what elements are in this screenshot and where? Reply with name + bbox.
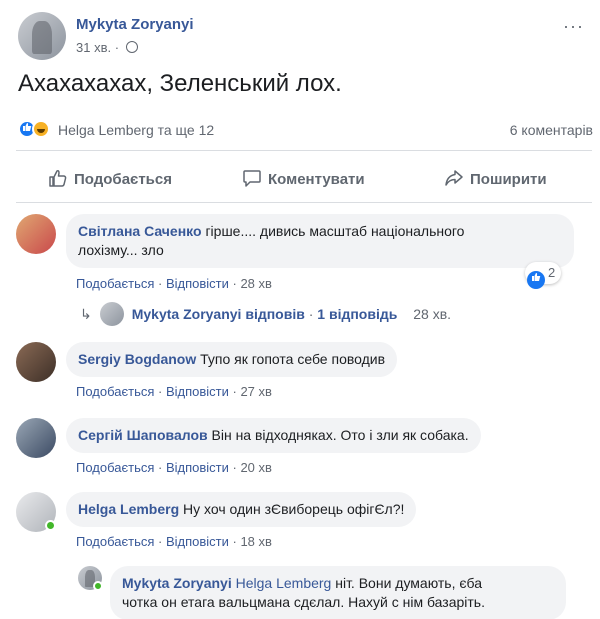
like-label: Подобається bbox=[74, 171, 172, 188]
comment-label: Коментувати bbox=[268, 171, 365, 188]
commenter-avatar[interactable] bbox=[16, 418, 56, 458]
online-status-dot bbox=[93, 581, 103, 591]
comment-reply-link[interactable]: Відповісти bbox=[166, 384, 229, 399]
comment-actions: Подобається · Відповісти · 18 хв bbox=[76, 534, 272, 549]
comment-like-link[interactable]: Подобається bbox=[76, 276, 154, 291]
reply-time: 28 хв. bbox=[413, 306, 452, 322]
comment-reply-link[interactable]: Відповісти bbox=[166, 276, 229, 291]
comment-bubble: Sergiy Bogdanow Тупо як гопота себе пово… bbox=[66, 342, 398, 377]
online-status-dot bbox=[45, 520, 56, 531]
reaction-count: 2 bbox=[548, 265, 556, 280]
post-time[interactable]: 31 хв. · bbox=[76, 40, 119, 55]
divider bbox=[16, 202, 592, 203]
comment-bubble: Mykyta Zoryanyi Helga Lemberg ніт. Вони … bbox=[110, 566, 566, 619]
reply-count[interactable]: 1 відповідь bbox=[317, 306, 397, 322]
comment-time[interactable]: 18 хв bbox=[240, 534, 271, 549]
comment-icon bbox=[243, 170, 261, 187]
commenter-name[interactable]: Світлана Саченко bbox=[78, 223, 202, 239]
comment-reply-link[interactable]: Відповісти bbox=[166, 460, 229, 475]
comment-text-line2: лохізму... зло bbox=[78, 242, 164, 258]
comment-time[interactable]: 27 хв bbox=[240, 384, 271, 399]
comment-text: ніт. Вони думають, єба bbox=[331, 575, 483, 591]
commenter-name[interactable]: Helga Lemberg bbox=[78, 501, 179, 517]
post-header: Mykyta Zoryanyi 31 хв. · ··· bbox=[18, 12, 588, 64]
comment-bubble: Світлана Саченко гірше.... дивись масшта… bbox=[66, 214, 574, 268]
comment-actions: Подобається · Відповісти · 20 хв bbox=[76, 460, 272, 475]
comment-button[interactable]: Коментувати bbox=[242, 168, 365, 188]
comments-count[interactable]: 6 коментарів bbox=[510, 122, 593, 138]
thumbs-up-icon bbox=[49, 170, 67, 187]
comment-like-link[interactable]: Подобається bbox=[76, 460, 154, 475]
commenter-avatar[interactable] bbox=[16, 342, 56, 382]
commenter-name[interactable]: Mykyta Zoryanyi bbox=[122, 575, 232, 591]
like-icon bbox=[527, 271, 545, 289]
comment-text: Тупо як гопота себе поводив bbox=[196, 351, 386, 367]
comment-text-line2: чотка он етага вальцмана сдєлал. Нахуй с… bbox=[122, 594, 485, 610]
comment-text: Ну хоч один зЄвиборець офігЄл?! bbox=[179, 501, 405, 517]
replier-label[interactable]: Mykyta Zoryanyi відповів bbox=[132, 306, 305, 322]
share-button[interactable]: Поширити bbox=[444, 168, 547, 188]
comment-actions: Подобається · Відповісти · 28 хв bbox=[76, 276, 272, 291]
share-icon bbox=[445, 170, 463, 186]
post-author-name[interactable]: Mykyta Zoryanyi bbox=[76, 16, 194, 33]
view-replies[interactable]: ↳ Mykyta Zoryanyi відповів · 1 відповідь … bbox=[80, 302, 451, 326]
replier-avatar bbox=[99, 302, 124, 326]
post-actions: Подобається Коментувати Поширити bbox=[16, 160, 592, 198]
comment-reply-link[interactable]: Відповісти bbox=[166, 534, 229, 549]
commenter-name[interactable]: Сергій Шаповалов bbox=[78, 427, 208, 443]
commenter-avatar[interactable] bbox=[16, 214, 56, 254]
divider bbox=[16, 150, 592, 151]
reactions-bar: Helga Lemberg та ще 12 6 коментарів bbox=[18, 118, 593, 140]
mention-link[interactable]: Helga Lemberg bbox=[236, 575, 332, 591]
post-timestamp[interactable]: 31 хв. · bbox=[76, 40, 138, 55]
comment-actions: Подобається · Відповісти · 27 хв bbox=[76, 384, 272, 399]
comment-time[interactable]: 20 хв bbox=[240, 460, 271, 475]
comment-like-link[interactable]: Подобається bbox=[76, 384, 154, 399]
comment-bubble: Сергій Шаповалов Він на відходняках. Ото… bbox=[66, 418, 481, 453]
comment-bubble: Helga Lemberg Ну хоч один зЄвиборець офі… bbox=[66, 492, 417, 527]
comment-text: гірше.... дивись масштаб національного bbox=[201, 223, 465, 239]
comment-text: Він на відходняках. Ото і зли як собака. bbox=[207, 427, 469, 443]
reaction-names[interactable]: Helga Lemberg та ще 12 bbox=[58, 122, 214, 138]
globe-icon bbox=[125, 41, 138, 53]
reply-arrow-icon: ↳ bbox=[80, 306, 92, 322]
post-text: Ахахахахах, Зеленський лох. bbox=[18, 70, 342, 97]
share-label: Поширити bbox=[470, 171, 547, 188]
more-options-icon[interactable]: ··· bbox=[563, 16, 584, 37]
comment-like-link[interactable]: Подобається bbox=[76, 534, 154, 549]
commenter-name[interactable]: Sergiy Bogdanow bbox=[78, 351, 196, 367]
author-avatar[interactable] bbox=[18, 12, 66, 60]
haha-icon[interactable] bbox=[32, 120, 50, 138]
comment-time[interactable]: 28 хв bbox=[240, 276, 271, 291]
like-button[interactable]: Подобається bbox=[48, 168, 172, 188]
comment-reaction-badge[interactable]: 2 bbox=[525, 262, 562, 289]
